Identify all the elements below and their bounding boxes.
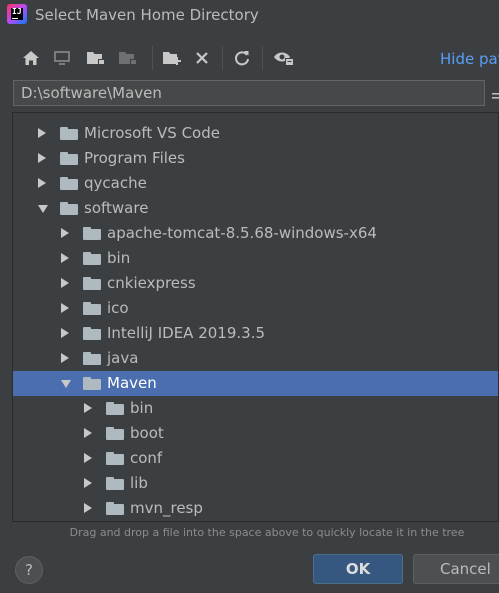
tree-row-label: mvn_resp: [130, 499, 203, 517]
collapse-right-icon[interactable]: [84, 403, 92, 413]
tree-row-label: qycache: [84, 174, 147, 192]
tree-row[interactable]: boot: [13, 421, 498, 446]
new-folder-icon[interactable]: [161, 48, 183, 68]
drag-drop-hint: Drag and drop a file into the space abov…: [69, 526, 465, 539]
collapse-right-icon[interactable]: [61, 278, 69, 288]
collapse-right-icon[interactable]: [84, 503, 92, 513]
folder-icon: [106, 402, 124, 415]
folder-icon: [106, 477, 124, 490]
collapse-right-icon[interactable]: [61, 353, 69, 363]
help-button[interactable]: ?: [15, 556, 43, 584]
folder-icon: [83, 227, 101, 240]
tree-row-label: IntelliJ IDEA 2019.3.5: [107, 324, 266, 342]
tree-row-label: Program Files: [84, 149, 185, 167]
folder-icon: [106, 452, 124, 465]
tree-row[interactable]: ico: [13, 296, 498, 321]
toolbar-separator: [262, 46, 263, 70]
tree-row-label: Microsoft VS Code: [84, 124, 220, 142]
tree-row[interactable]: conf: [13, 446, 498, 471]
tree-row-label: boot: [130, 424, 164, 442]
title-bar: IJ Select Maven Home Directory: [0, 0, 499, 32]
desktop-icon[interactable]: [51, 48, 73, 68]
tree-row[interactable]: IntelliJ IDEA 2019.3.5: [13, 321, 498, 346]
expand-down-icon[interactable]: [38, 205, 48, 213]
folder-icon: [106, 502, 124, 515]
intellij-logo-icon: IJ: [7, 4, 27, 24]
refresh-icon[interactable]: [231, 48, 253, 68]
tree-row-label: lib: [130, 474, 148, 492]
tree-row-label: conf: [130, 449, 163, 467]
folder-icon: [106, 427, 124, 440]
folder-icon: [60, 202, 78, 215]
collapse-right-icon[interactable]: [84, 453, 92, 463]
tree-row[interactable]: bin: [13, 396, 498, 421]
project-folder-icon[interactable]: [85, 48, 107, 68]
home-icon[interactable]: [20, 48, 42, 68]
tree-row-label: ico: [107, 299, 129, 317]
folder-icon: [83, 277, 101, 290]
tree-row[interactable]: qycache: [13, 171, 498, 196]
tree-row-label: cnkiexpress: [107, 274, 196, 292]
collapse-right-icon[interactable]: [38, 128, 46, 138]
tree-row-label: bin: [130, 399, 154, 417]
folder-icon: [83, 377, 101, 390]
folder-icon: [60, 177, 78, 190]
tree-row[interactable]: lib: [13, 471, 498, 496]
module-folder-icon[interactable]: [117, 48, 139, 68]
tree-row-label: Maven: [107, 374, 157, 392]
toolbar-separator: [222, 46, 223, 70]
hide-path-link[interactable]: Hide path: [440, 50, 499, 68]
tree-row-label: java: [107, 349, 139, 367]
tree-row[interactable]: software: [13, 196, 498, 221]
folder-icon: [83, 327, 101, 340]
folder-icon: [60, 152, 78, 165]
path-history-icon[interactable]: [492, 88, 499, 106]
toolbar-separator: [152, 46, 153, 70]
directory-tree[interactable]: Microsoft VS Code Program Files qycache sof…: [12, 112, 499, 522]
expand-down-icon[interactable]: [61, 380, 71, 388]
cancel-button[interactable]: Cancel: [413, 554, 499, 584]
folder-icon: [83, 252, 101, 265]
collapse-right-icon[interactable]: [61, 228, 69, 238]
show-hidden-icon[interactable]: [273, 48, 295, 68]
tree-row-label: bin: [107, 249, 131, 267]
collapse-right-icon[interactable]: [84, 478, 92, 488]
folder-icon: [60, 127, 78, 140]
tree-row[interactable]: Maven: [13, 371, 498, 396]
tree-row[interactable]: java: [13, 346, 498, 371]
delete-icon[interactable]: [191, 48, 213, 68]
collapse-right-icon[interactable]: [61, 328, 69, 338]
dialog-title: Select Maven Home Directory: [35, 6, 259, 24]
toolbar: Hide path: [0, 40, 499, 76]
tree-row[interactable]: Microsoft VS Code: [13, 121, 498, 146]
tree-row[interactable]: cnkiexpress: [13, 271, 498, 296]
path-input[interactable]: D:\software\Maven: [13, 80, 485, 106]
ok-button[interactable]: OK: [313, 554, 403, 584]
folder-icon: [83, 302, 101, 315]
collapse-right-icon[interactable]: [38, 178, 46, 188]
collapse-right-icon[interactable]: [61, 253, 69, 263]
tree-row[interactable]: bin: [13, 246, 498, 271]
tree-row[interactable]: Program Files: [13, 146, 498, 171]
collapse-right-icon[interactable]: [84, 428, 92, 438]
collapse-right-icon[interactable]: [38, 153, 46, 163]
folder-icon: [83, 352, 101, 365]
collapse-right-icon[interactable]: [61, 303, 69, 313]
tree-row-label: software: [84, 199, 149, 217]
tree-row-label: apache-tomcat-8.5.68-windows-x64: [107, 224, 377, 242]
tree-row[interactable]: apache-tomcat-8.5.68-windows-x64: [13, 221, 498, 246]
tree-row[interactable]: mvn_resp: [13, 496, 498, 521]
